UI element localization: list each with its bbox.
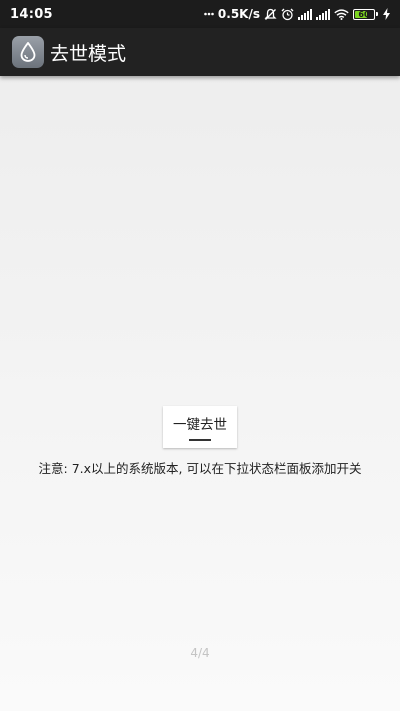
- dots-icon: [204, 12, 214, 16]
- battery-icon: 60: [353, 8, 378, 20]
- signal-icon: [316, 8, 330, 20]
- main-content: 一键去世 注意: 7.x以上的系统版本, 可以在下拉状态栏面板添加开关: [0, 406, 400, 477]
- alarm-icon: [281, 8, 294, 21]
- signal-icon: [298, 8, 312, 20]
- net-speed: 0.5K/s: [217, 7, 260, 21]
- charging-icon: [383, 8, 390, 20]
- wifi-icon: [334, 8, 349, 20]
- status-time: 14:05: [10, 6, 53, 22]
- status-icons: 0.5K/s 60: [204, 7, 390, 21]
- app-title: 去世模式: [50, 42, 127, 65]
- page-indicator: 4/4: [190, 646, 210, 660]
- status-bar: 14:05 0.5K/s 60: [0, 0, 400, 28]
- notice-text: 注意: 7.x以上的系统版本, 可以在下拉状态栏面板添加开关: [38, 461, 362, 476]
- one-click-button[interactable]: 一键去世: [163, 406, 237, 448]
- water-drop-icon: [12, 36, 44, 68]
- app-bar: 去世模式: [0, 28, 400, 76]
- one-click-button-label: 一键去世: [173, 417, 227, 432]
- button-underline: [189, 439, 211, 441]
- battery-level: 60: [358, 9, 370, 19]
- mute-icon: [264, 8, 277, 21]
